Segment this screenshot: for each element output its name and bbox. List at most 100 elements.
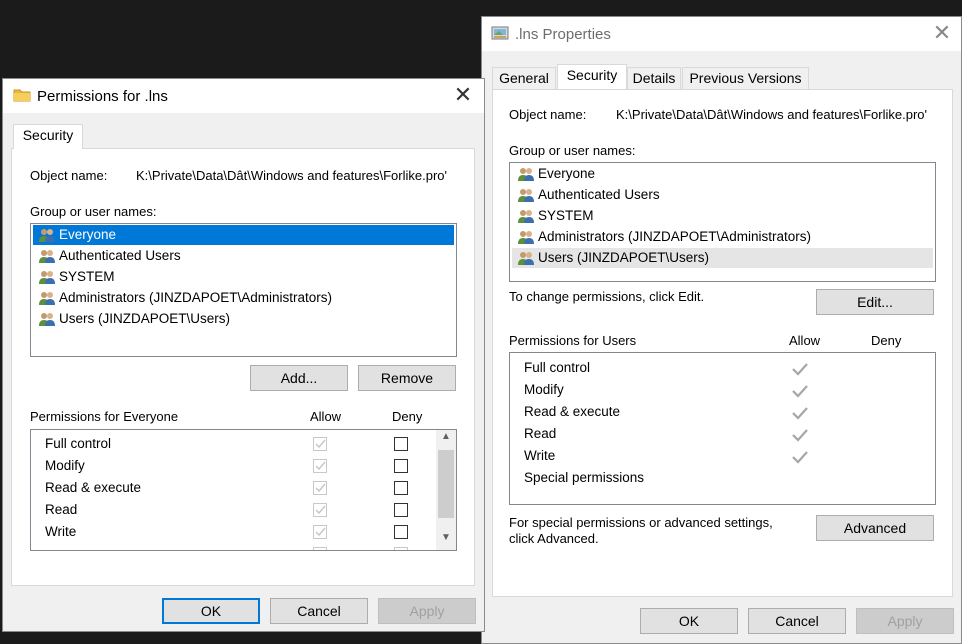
deny-checkbox [394, 547, 408, 550]
list-item[interactable]: Users (JINZDAPOET\Users) [512, 248, 933, 268]
check-icon [792, 451, 808, 464]
list-item-label: Administrators (JINZDAPOET\Administrator… [538, 229, 812, 244]
deny-checkbox[interactable] [394, 437, 408, 451]
list-item-label: Everyone [59, 227, 117, 242]
list-item[interactable]: SYSTEM [33, 267, 454, 287]
permission-row: Read & execute [524, 404, 621, 419]
allow-checkbox [313, 481, 327, 495]
properties-title: .lns Properties [515, 26, 611, 43]
properties-titlebar[interactable]: .lns Properties ✕ [482, 17, 961, 51]
edit-button[interactable]: Edit... [816, 289, 934, 315]
properties-dialog: .lns Properties ✕ General Security Detai… [481, 16, 962, 644]
list-item-label: Users (JINZDAPOET\Users) [538, 250, 710, 265]
allow-checkbox [313, 503, 327, 517]
deny-checkbox[interactable] [394, 525, 408, 539]
permissions-list: Full control Modify Read & execute Read … [509, 352, 936, 505]
permission-row: Write [45, 524, 77, 539]
tab-general[interactable]: General [492, 67, 556, 89]
apply-button[interactable]: Apply [856, 608, 954, 634]
object-name-label: Object name: [509, 107, 587, 122]
scroll-up-icon[interactable]: ▲ [436, 431, 456, 448]
tab-security[interactable]: Security [13, 124, 83, 149]
users-group-icon [518, 168, 534, 181]
check-icon [792, 407, 808, 420]
cancel-button[interactable]: Cancel [748, 608, 846, 634]
ok-button[interactable]: OK [162, 598, 260, 624]
list-item-label: SYSTEM [538, 208, 594, 223]
permissions-titlebar[interactable]: Permissions for .lns ✕ [3, 79, 484, 113]
list-item[interactable]: Authenticated Users [33, 246, 454, 266]
permissions-scrollbar[interactable]: ▲ ▼ [436, 430, 456, 550]
list-item-label: Authenticated Users [538, 187, 660, 202]
object-name-label: Object name: [30, 168, 108, 183]
permission-row: Full control [524, 360, 591, 375]
remove-button[interactable]: Remove [358, 365, 456, 391]
add-button[interactable]: Add... [250, 365, 348, 391]
deny-header: Deny [392, 409, 423, 424]
permissions-for-label: Permissions for Users [509, 333, 637, 348]
group-label: Group or user names: [509, 143, 636, 158]
permission-row: Read [45, 502, 78, 517]
deny-checkbox[interactable] [394, 503, 408, 517]
users-group-icon [39, 229, 55, 242]
permissions-dialog: Permissions for .lns ✕ Security Object n… [2, 78, 485, 632]
permissions-list[interactable]: Full control Modify Read & execute Read … [30, 429, 457, 551]
list-item-label: SYSTEM [59, 269, 115, 284]
list-item-label: Authenticated Users [59, 248, 181, 263]
permission-row: Read [524, 426, 557, 441]
change-permissions-hint: To change permissions, click Edit. [509, 289, 705, 304]
check-icon [792, 363, 808, 376]
tab-previous-versions[interactable]: Previous Versions [682, 67, 809, 89]
list-item[interactable]: Everyone [33, 225, 454, 245]
list-item[interactable]: Users (JINZDAPOET\Users) [33, 309, 454, 329]
group-user-list[interactable]: Everyone Authenticated Users SYSTEM Admi… [509, 162, 936, 282]
allow-checkbox [313, 459, 327, 473]
close-icon[interactable]: ✕ [927, 21, 957, 47]
allow-checkbox [313, 437, 327, 451]
folder-icon [13, 89, 31, 102]
scroll-down-icon[interactable]: ▼ [436, 532, 456, 549]
permission-row: Modify [45, 458, 85, 473]
tab-security[interactable]: Security [557, 64, 627, 89]
allow-header: Allow [310, 409, 342, 424]
list-item-label: Everyone [538, 166, 596, 181]
object-name-value: K:\Private\Data\Dât\Windows and features… [136, 168, 448, 183]
permission-row: Write [524, 448, 556, 463]
close-icon[interactable]: ✕ [448, 83, 478, 109]
list-item[interactable]: Authenticated Users [512, 185, 933, 205]
advanced-hint-line1: For special permissions or advanced sett… [509, 515, 773, 530]
list-item[interactable]: Administrators (JINZDAPOET\Administrator… [33, 288, 454, 308]
advanced-button[interactable]: Advanced [816, 515, 934, 541]
permissions-title: Permissions for .lns [37, 88, 168, 105]
users-group-icon [39, 250, 55, 263]
apply-button[interactable]: Apply [378, 598, 476, 624]
list-item[interactable]: Everyone [512, 164, 933, 184]
list-item-label: Users (JINZDAPOET\Users) [59, 311, 231, 326]
check-icon [792, 385, 808, 398]
object-name-value: K:\Private\Data\Dât\Windows and features… [616, 107, 928, 122]
list-item[interactable]: Administrators (JINZDAPOET\Administrator… [512, 227, 933, 247]
permission-row: Special permissions [524, 470, 645, 485]
ok-button[interactable]: OK [640, 608, 738, 634]
check-icon [792, 429, 808, 442]
list-item-label: Administrators (JINZDAPOET\Administrator… [59, 290, 333, 305]
tab-details[interactable]: Details [627, 67, 681, 89]
users-group-icon [39, 271, 55, 284]
permission-row: Full control [45, 436, 112, 451]
permission-row: Read & execute [45, 480, 142, 495]
deny-checkbox[interactable] [394, 459, 408, 473]
scroll-thumb[interactable] [438, 450, 454, 518]
permissions-for-label: Permissions for Everyone [30, 409, 179, 424]
cancel-button[interactable]: Cancel [270, 598, 368, 624]
users-group-icon [518, 189, 534, 202]
users-group-icon [518, 252, 534, 265]
allow-header: Allow [789, 333, 821, 348]
deny-checkbox[interactable] [394, 481, 408, 495]
users-group-icon [518, 231, 534, 244]
users-group-icon [39, 292, 55, 305]
deny-header: Deny [871, 333, 902, 348]
list-item[interactable]: SYSTEM [512, 206, 933, 226]
users-group-icon [39, 313, 55, 326]
allow-checkbox [313, 525, 327, 539]
group-user-list[interactable]: Everyone Authenticated Users SYSTEM Admi… [30, 223, 457, 357]
